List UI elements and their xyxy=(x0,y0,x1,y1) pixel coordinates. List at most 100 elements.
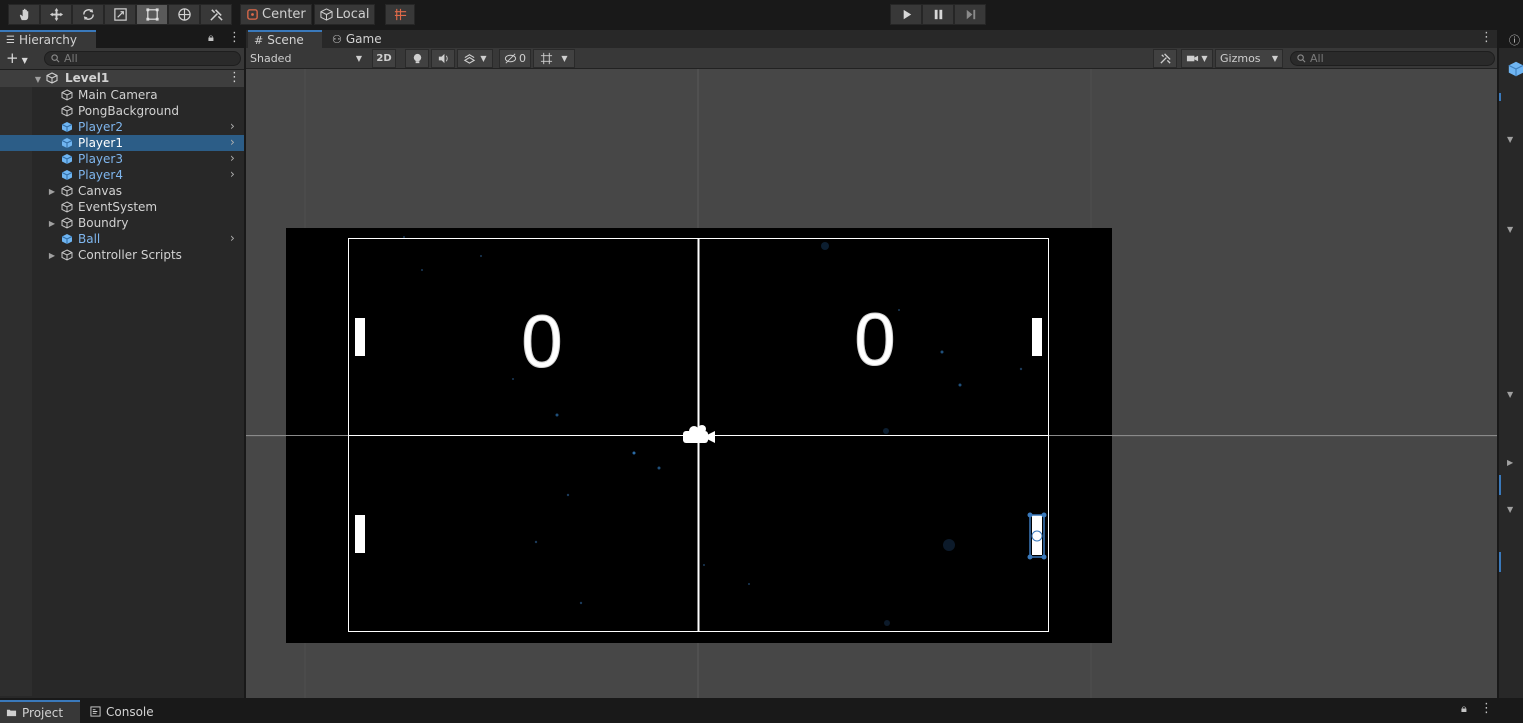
hierarchy-panel: ☰ Hierarchy 🔒︎ ⋮ + ▼ All ▼ Level1 ⋮ Main … xyxy=(0,30,244,698)
rotate-tool-icon[interactable] xyxy=(72,4,104,25)
tab-scene[interactable]: # Scene xyxy=(248,30,322,48)
foldout-closed-icon[interactable]: ▶ xyxy=(47,186,57,196)
info-icon[interactable]: ⓘ xyxy=(1509,32,1520,48)
hierarchy-item[interactable]: Main Camera xyxy=(0,87,244,103)
grid-toggle-dropdown[interactable]: ▼ xyxy=(533,49,575,68)
effects-dropdown[interactable]: ▼ xyxy=(457,49,493,68)
hand-tool-icon[interactable] xyxy=(8,4,40,25)
prefab-open-chevron-icon[interactable]: › xyxy=(230,135,240,149)
unity-scene-icon xyxy=(46,72,58,87)
lighting-icon[interactable] xyxy=(405,49,429,68)
inspector-foldout-icon[interactable]: ▼ xyxy=(1507,390,1513,399)
hierarchy-item[interactable]: PongBackground xyxy=(0,103,244,119)
gameobject-cube-icon xyxy=(61,105,73,120)
hierarchy-item-label: Canvas xyxy=(78,184,123,198)
tab-project[interactable]: Project xyxy=(0,700,80,723)
tab-game-label: Game xyxy=(345,32,382,46)
hierarchy-item[interactable]: EventSystem xyxy=(0,199,244,215)
hierarchy-item[interactable]: ▶ Boundry xyxy=(0,215,244,231)
draw-mode-dropdown[interactable]: Shaded ▼ xyxy=(246,49,366,68)
hierarchy-search-input[interactable]: All xyxy=(44,51,241,66)
rect-tool-icon[interactable] xyxy=(136,4,168,25)
inspector-foldout-icon[interactable]: ▼ xyxy=(1507,505,1513,514)
scene-viewport[interactable]: 0 0 xyxy=(246,69,1497,698)
paddle-player3[interactable] xyxy=(1032,318,1042,356)
scene-toolbar: Shaded ▼ 2D ▼ 0 ▼ ▼ Gizmos ▼ All xyxy=(246,48,1497,69)
grid-icon: # xyxy=(254,33,264,47)
scene-tabbar: # Scene ⚇ Game ⋮ xyxy=(246,30,1497,48)
move-tool-icon[interactable] xyxy=(40,4,72,25)
list-icon: ☰ xyxy=(6,34,15,46)
inspector-foldout-icon[interactable]: ▼ xyxy=(1507,225,1513,234)
prefab-cube-icon xyxy=(61,169,73,184)
scene-menu-icon[interactable]: ⋮ xyxy=(228,70,241,85)
hierarchy-item[interactable]: ▶ Controller Scripts xyxy=(0,247,244,263)
inspector-cube-icon xyxy=(1507,60,1523,81)
pivot-mode-toggle[interactable]: Center xyxy=(240,4,312,25)
gameobject-cube-icon xyxy=(61,89,73,104)
hidden-objects-toggle[interactable]: 0 xyxy=(499,49,531,68)
bottom-more-menu-icon[interactable]: ⋮ xyxy=(1480,701,1493,716)
paddle-player4[interactable] xyxy=(355,515,365,553)
scene-search-input[interactable]: All xyxy=(1290,51,1495,66)
folder-icon xyxy=(6,709,17,717)
gizmos-label: Gizmos xyxy=(1220,52,1261,65)
pivot-rotation-toggle[interactable]: Local xyxy=(313,4,376,25)
lock-icon[interactable]: 🔒︎ xyxy=(208,31,214,45)
pivot-controls: Center Local xyxy=(240,4,416,25)
hierarchy-item[interactable]: ▶ Canvas xyxy=(0,183,244,199)
more-menu-icon[interactable]: ⋮ xyxy=(228,30,241,45)
prefab-open-chevron-icon[interactable]: › xyxy=(230,231,240,245)
hierarchy-item[interactable]: Player2 › xyxy=(0,119,244,135)
tab-hierarchy[interactable]: ☰ Hierarchy xyxy=(0,30,96,48)
hierarchy-item-label: Player1 xyxy=(78,136,123,150)
hierarchy-item[interactable]: Player1 › xyxy=(0,135,244,151)
prefab-cube-icon xyxy=(61,137,73,152)
bottom-lock-icon[interactable]: 🔒︎ xyxy=(1461,702,1467,716)
custom-tool-icon[interactable] xyxy=(200,4,232,25)
scene-more-menu-icon[interactable]: ⋮ xyxy=(1480,30,1493,45)
inspector-focus-indicator xyxy=(1499,552,1501,572)
audio-icon[interactable] xyxy=(431,49,455,68)
hierarchy-item[interactable]: Player4 › xyxy=(0,167,244,183)
scale-tool-icon[interactable] xyxy=(104,4,136,25)
prefab-open-chevron-icon[interactable]: › xyxy=(230,167,240,181)
tab-scene-label: Scene xyxy=(267,33,304,47)
scene-row[interactable]: ▼ Level1 ⋮ xyxy=(0,70,244,87)
score-left: 0 xyxy=(521,300,562,383)
gameobject-cube-icon xyxy=(61,217,73,232)
tab-hierarchy-label: Hierarchy xyxy=(18,33,77,47)
play-icon[interactable] xyxy=(890,4,922,25)
tools-icon[interactable] xyxy=(1153,49,1177,68)
hierarchy-item[interactable]: Ball › xyxy=(0,231,244,247)
prefab-cube-icon xyxy=(61,153,73,168)
inspector-panel: ⓘ ▼ ▼ ▼ ▶ ▼ xyxy=(1499,30,1523,698)
paddle-player2[interactable] xyxy=(355,318,365,356)
transform-tool-icon[interactable] xyxy=(168,4,200,25)
step-icon[interactable] xyxy=(954,4,986,25)
gizmos-dropdown[interactable]: Gizmos ▼ xyxy=(1215,49,1283,68)
camera-dropdown[interactable]: ▼ xyxy=(1181,49,1213,68)
prefab-open-chevron-icon[interactable]: › xyxy=(230,151,240,165)
foldout-open-icon[interactable]: ▼ xyxy=(33,74,43,84)
hierarchy-item-label: EventSystem xyxy=(78,200,158,214)
tab-console[interactable]: Console xyxy=(84,700,164,723)
pause-icon[interactable] xyxy=(922,4,954,25)
foldout-closed-icon[interactable]: ▶ xyxy=(47,218,57,228)
grid-snap-icon[interactable] xyxy=(385,4,416,25)
local-cube-icon xyxy=(320,8,333,21)
hierarchy-item-label: Player3 xyxy=(78,152,123,166)
prefab-open-chevron-icon[interactable]: › xyxy=(230,119,240,133)
hierarchy-item[interactable]: Player3 › xyxy=(0,151,244,167)
create-dropdown[interactable]: + ▼ xyxy=(6,49,28,67)
hierarchy-toolbar: + ▼ All xyxy=(0,48,244,70)
paddle-player1-selected[interactable] xyxy=(1027,512,1047,560)
toggle-2d-button[interactable]: 2D xyxy=(372,49,396,68)
inspector-foldout-icon[interactable]: ▶ xyxy=(1507,458,1513,467)
tab-game[interactable]: ⚇ Game xyxy=(326,30,388,48)
prefab-cube-icon xyxy=(61,233,73,248)
console-icon xyxy=(90,706,101,717)
inspector-foldout-icon[interactable]: ▼ xyxy=(1507,135,1513,144)
foldout-closed-icon[interactable]: ▶ xyxy=(47,250,57,260)
gameobject-cube-icon xyxy=(61,185,73,200)
